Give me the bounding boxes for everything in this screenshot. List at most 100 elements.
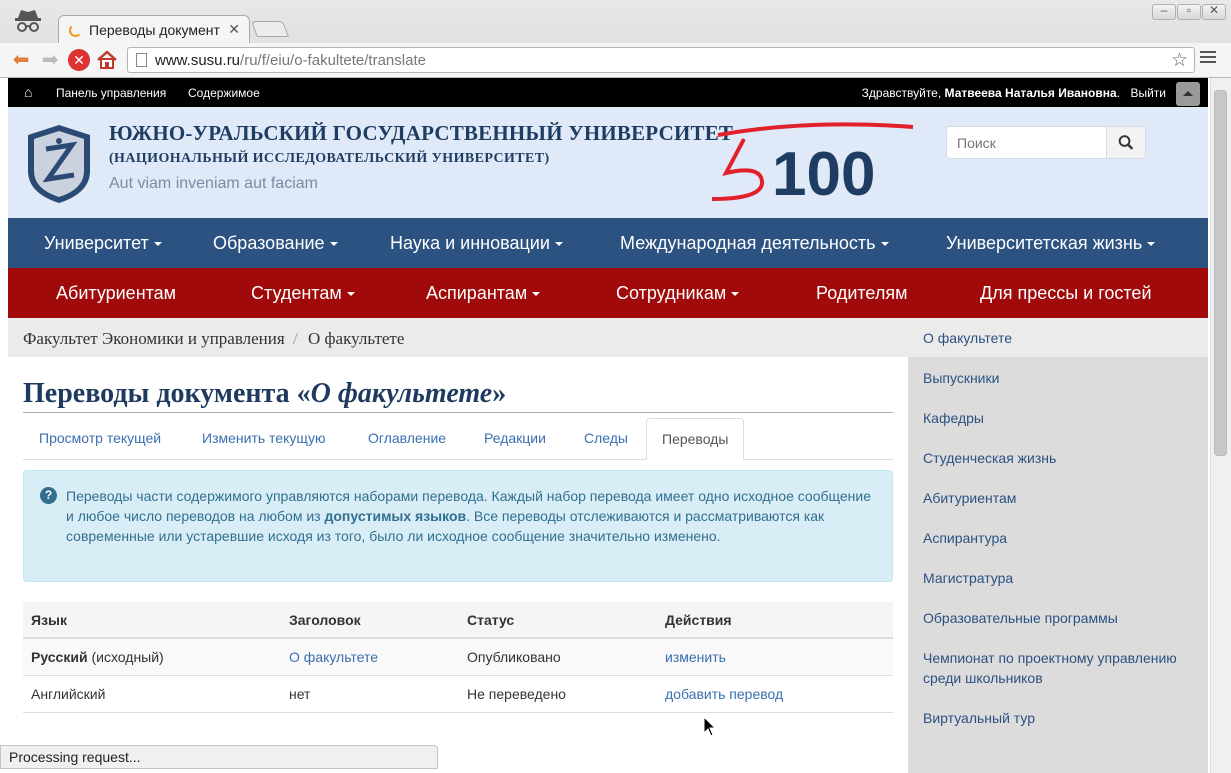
table-header-row: Язык Заголовок Статус Действия: [23, 602, 893, 639]
bookmark-star-icon[interactable]: ☆: [1171, 49, 1188, 72]
chevron-down-icon: [329, 242, 338, 247]
question-circle-icon: ?: [40, 487, 57, 504]
sidebar-item-applicants[interactable]: Абитуриентам: [923, 488, 1193, 508]
browser-menu-icon[interactable]: [1200, 51, 1216, 67]
tab-strip: Переводы документ ✕ – ▫ ✕: [0, 0, 1231, 43]
tab-translations[interactable]: Переводы: [646, 418, 745, 460]
sidebar-item-championship[interactable]: Чемпионат по проектному управлению среди…: [923, 648, 1193, 688]
tab-outline[interactable]: Оглавление: [368, 430, 446, 446]
tab-tracks[interactable]: Следы: [584, 430, 628, 446]
forward-arrow-icon[interactable]: ➡: [37, 47, 63, 73]
nav-science[interactable]: Наука и инновации: [390, 233, 563, 254]
main-navigation: Университет Образование Наука и инноваци…: [8, 218, 1208, 268]
home-icon[interactable]: ⌂: [24, 84, 32, 100]
user-greeting: Здравствуйте, Матвеева Наталья Ивановна.: [861, 86, 1120, 100]
sidebar-item-graduates[interactable]: Выпускники: [923, 368, 1193, 388]
admin-toolbar: ⌂ Панель управления Содержимое Здравству…: [8, 78, 1208, 107]
incognito-icon: [15, 10, 41, 32]
browser-tab[interactable]: Переводы документ ✕: [58, 15, 250, 43]
back-arrow-icon[interactable]: ⬅: [8, 47, 34, 73]
user-name-link[interactable]: Матвеева Наталья Ивановна: [945, 86, 1117, 100]
search-box: [946, 126, 1146, 159]
nav-education[interactable]: Образование: [213, 233, 338, 254]
breadcrumb-parent-link[interactable]: Факультет Экономики и управления: [23, 329, 285, 349]
browser-chrome: Переводы документ ✕ – ▫ ✕ ⬅ ➡ ✕ www.susu…: [0, 0, 1231, 78]
chevron-down-icon: [731, 292, 740, 297]
chevron-down-icon: [880, 242, 889, 247]
edit-link[interactable]: изменить: [665, 649, 726, 665]
page-scrollbar[interactable]: [1210, 78, 1231, 773]
page-icon: [136, 53, 147, 67]
search-icon[interactable]: [1106, 127, 1145, 158]
translations-table: Язык Заголовок Статус Действия Русский (…: [23, 602, 893, 713]
breadcrumb-separator: /: [293, 329, 298, 348]
tab-view[interactable]: Просмотр текущей: [39, 430, 161, 446]
nav-press[interactable]: Для прессы и гостей: [980, 283, 1152, 304]
minimize-button[interactable]: –: [1152, 3, 1176, 20]
allowed-languages-link[interactable]: допустимых языков: [324, 508, 466, 524]
sidebar-item-postgraduate[interactable]: Аспирантура: [923, 528, 1193, 548]
url-text: www.susu.ru/ru/f/eiu/o-fakultete/transla…: [155, 52, 426, 69]
university-subtitle: (НАЦИОНАЛЬНЫЙ ИССЛЕДОВАТЕЛЬСКИЙ УНИВЕРСИ…: [109, 151, 550, 166]
chevron-down-icon: [1147, 242, 1156, 247]
add-translation-link[interactable]: добавить перевод: [665, 686, 783, 702]
nav-parents[interactable]: Родителям: [816, 283, 907, 304]
document-tabs: Просмотр текущей Изменить текущую Оглавл…: [23, 418, 893, 460]
document-title-link[interactable]: О факультете: [289, 649, 378, 665]
new-tab-button[interactable]: [251, 21, 289, 37]
cell-status: Не переведено: [459, 675, 657, 713]
university-crest-logo[interactable]: [24, 121, 94, 205]
column-header-title: Заголовок: [281, 602, 459, 639]
cell-language: Русский (исходный): [23, 638, 281, 676]
home-icon[interactable]: [96, 49, 118, 71]
table-row: Русский (исходный) О факультете Опублико…: [23, 638, 893, 676]
close-icon[interactable]: ✕: [228, 21, 240, 38]
page-title: Переводы документа «О факультете»: [23, 378, 893, 413]
logo-number: 100: [772, 140, 875, 205]
scroll-to-top-button[interactable]: [1176, 82, 1200, 106]
sidebar-item-student-life[interactable]: Студенческая жизнь: [923, 448, 1193, 468]
tab-title: Переводы документ: [89, 22, 220, 38]
logout-link[interactable]: Выйти: [1130, 86, 1166, 100]
stop-icon[interactable]: ✕: [68, 49, 90, 71]
nav-students[interactable]: Студентам: [251, 283, 355, 304]
university-name: ЮЖНО-УРАЛЬСКИЙ ГОСУДАРСТВЕННЫЙ УНИВЕРСИТ…: [109, 121, 734, 145]
site-header: ЮЖНО-УРАЛЬСКИЙ ГОСУДАРСТВЕННЫЙ УНИВЕРСИТ…: [8, 107, 1208, 218]
sidebar-item-departments[interactable]: Кафедры: [923, 408, 1193, 428]
chevron-down-icon: [153, 242, 162, 247]
sidebar-item-masters[interactable]: Магистратура: [923, 568, 1193, 588]
close-window-button[interactable]: ✕: [1202, 3, 1226, 20]
breadcrumb: Факультет Экономики и управления / О фак…: [8, 318, 908, 357]
tab-revisions[interactable]: Редакции: [484, 430, 546, 446]
search-input[interactable]: [947, 127, 1107, 158]
address-bar[interactable]: www.susu.ru/ru/f/eiu/o-fakultete/transla…: [127, 47, 1195, 73]
breadcrumb-current: О факультете: [308, 329, 405, 348]
nav-applicants[interactable]: Абитуриентам: [56, 283, 176, 304]
cell-status: Опубликовано: [459, 638, 657, 676]
cell-action: изменить: [657, 638, 893, 676]
cell-action: добавить перевод: [657, 675, 893, 713]
nav-university-life[interactable]: Университетская жизнь: [946, 233, 1156, 254]
admin-content-link[interactable]: Содержимое: [188, 86, 260, 100]
sidebar-item-programs[interactable]: Образовательные программы: [923, 608, 1193, 628]
nav-postgraduates[interactable]: Аспирантам: [426, 283, 541, 304]
nav-international[interactable]: Международная деятельность: [620, 233, 889, 254]
cell-title: нет: [281, 675, 459, 713]
cell-language: Английский: [23, 675, 281, 713]
alert-text: Переводы части содержимого управляются н…: [66, 488, 871, 544]
nav-staff[interactable]: Сотрудникам: [616, 283, 740, 304]
sidebar-item-virtual-tour[interactable]: Виртуальный тур: [923, 708, 1193, 728]
browser-status-bar: Processing request...: [0, 745, 438, 769]
chevron-up-icon: [1183, 91, 1193, 96]
tab-edit[interactable]: Изменить текущую: [202, 430, 326, 446]
chevron-down-icon: [532, 292, 541, 297]
scrollbar-thumb[interactable]: [1214, 90, 1227, 456]
nav-university[interactable]: Университет: [44, 233, 162, 254]
cell-title: О факультете: [281, 638, 459, 676]
info-alert: ? Переводы части содержимого управляются…: [23, 470, 893, 582]
university-motto: Aut viam inveniam aut faciam: [109, 175, 318, 192]
sidebar-item-about[interactable]: О факультете: [908, 318, 1208, 357]
maximize-button[interactable]: ▫: [1177, 3, 1201, 20]
admin-panel-link[interactable]: Панель управления: [56, 86, 166, 100]
5-100-logo[interactable]: 100: [708, 115, 918, 205]
